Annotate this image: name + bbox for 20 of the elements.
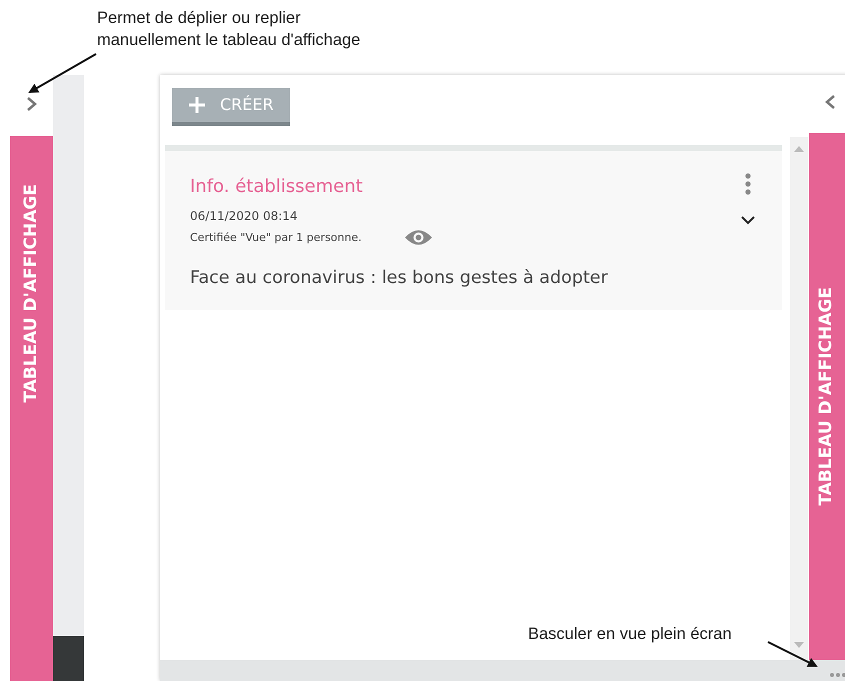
eye-icon[interactable]	[404, 228, 433, 247]
seen-count: Certifiée "Vue" par 1 personne.	[190, 230, 362, 246]
scrollbar[interactable]	[790, 137, 808, 660]
create-button[interactable]: CRÉER	[172, 88, 290, 126]
annotation-text: Permet de déplier ou replier manuellement le tableau d'affichage	[97, 8, 362, 51]
plus-icon	[188, 96, 206, 114]
post-title: Face au coronavirus : les bons gestes à adopter	[190, 267, 608, 290]
more-icon[interactable]	[745, 173, 751, 195]
side-tab[interactable]: TABLEAU D'AFFICHAGE	[809, 133, 845, 660]
post-date: 06/11/2020 08:14	[190, 208, 298, 225]
chevron-left-icon[interactable]	[824, 94, 836, 110]
scroll-up-icon[interactable]	[794, 146, 804, 152]
scroll-down-icon[interactable]	[794, 642, 804, 648]
chevron-down-icon[interactable]	[740, 215, 756, 225]
panel-footer	[53, 636, 84, 681]
post-category: Info. établissement	[190, 175, 363, 199]
chevron-right-icon[interactable]	[26, 96, 38, 112]
annotation-text: Basculer en vue plein écran	[528, 624, 732, 645]
more-horizontal-icon[interactable]	[829, 672, 845, 678]
side-tab[interactable]: TABLEAU D'AFFICHAGE	[10, 136, 53, 681]
